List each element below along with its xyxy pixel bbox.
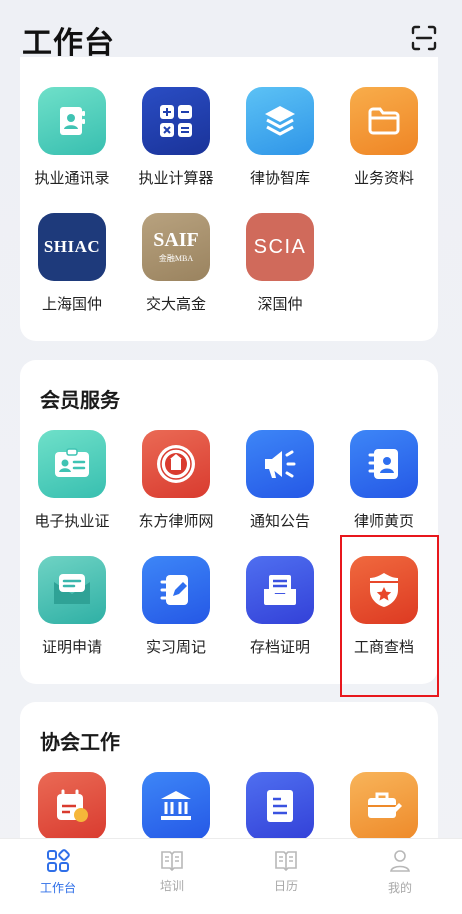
service-e-license[interactable]: 电子执业证 [20, 430, 124, 531]
user-icon [390, 850, 410, 872]
highlight-box [340, 535, 439, 697]
tools-card: 执业通讯录 执业计算器 律协智库 业务资料 SHIAC 上海国仲 SAIF 金融… [20, 57, 438, 341]
message-form-icon [38, 556, 106, 624]
emblem-icon [142, 430, 210, 498]
service-internship-journal[interactable]: 实习周记 [124, 556, 228, 657]
tab-bar: 工作台 培训 日历 我的 [0, 838, 462, 914]
tool-materials[interactable]: 业务资料 [332, 87, 436, 188]
saif-logo-sub: 金融MBA [158, 254, 194, 263]
tab-label: 我的 [387, 881, 412, 895]
tool-label: 交大高金 [145, 296, 206, 313]
tab-mine[interactable]: 我的 [360, 849, 440, 896]
tool-label: 执业计算器 [138, 170, 214, 187]
folder-icon [350, 87, 418, 155]
service-label: 电子执业证 [34, 513, 110, 530]
service-label: 实习周记 [145, 639, 206, 656]
tool-label: 上海国仲 [41, 296, 102, 313]
tool-calculator[interactable]: 执业计算器 [124, 87, 228, 188]
institution-icon [142, 772, 210, 840]
service-lawyer-site[interactable]: 东方律师网 [124, 430, 228, 531]
tab-label: 工作台 [39, 881, 76, 895]
tab-label: 培训 [159, 879, 184, 893]
tool-scia[interactable]: SCIA 深国仲 [228, 213, 332, 314]
notebook-pen-icon [142, 556, 210, 624]
contact-book-icon [38, 87, 106, 155]
saif-logo-text: SAIF [153, 229, 199, 251]
book-icon [161, 851, 183, 871]
document-icon [246, 772, 314, 840]
megaphone-icon [246, 430, 314, 498]
tool-label: 执业通讯录 [34, 170, 110, 187]
tab-training[interactable]: 培训 [132, 849, 212, 894]
scan-icon[interactable] [411, 25, 437, 51]
service-label: 律师黄页 [353, 513, 414, 530]
calculator-icon [142, 87, 210, 155]
service-notices[interactable]: 通知公告 [228, 430, 332, 531]
address-book-icon [350, 430, 418, 498]
work-item-briefcase[interactable] [332, 772, 436, 840]
tool-shiac[interactable]: SHIAC 上海国仲 [20, 213, 124, 314]
work-item-institution[interactable] [124, 772, 228, 840]
grid-icon [47, 849, 70, 872]
tool-label: 业务资料 [353, 170, 414, 187]
tab-workbench[interactable]: 工作台 [18, 849, 98, 896]
service-label: 存档证明 [249, 639, 310, 656]
work-item-document[interactable] [228, 772, 332, 840]
service-certificate-request[interactable]: 证明申请 [20, 556, 124, 657]
shiac-logo-icon: SHIAC [38, 213, 106, 281]
service-archive-certificate[interactable]: 存档证明 [228, 556, 332, 657]
service-label: 通知公告 [249, 513, 310, 530]
tool-saif[interactable]: SAIF 金融MBA 交大高金 [124, 213, 228, 314]
shiac-logo-text: SHIAC [43, 237, 101, 256]
id-card-icon [38, 430, 106, 498]
briefcase-edit-icon [350, 772, 418, 840]
work-item-calendar[interactable] [20, 772, 124, 840]
scia-logo-text: SCIA [253, 235, 307, 258]
page-title: 工作台 [22, 27, 115, 60]
tool-label: 律协智库 [249, 170, 310, 187]
archive-tray-icon [246, 556, 314, 624]
tab-calendar[interactable]: 日历 [246, 849, 326, 894]
layers-icon [246, 87, 314, 155]
service-label: 东方律师网 [138, 513, 214, 530]
tool-contacts[interactable]: 执业通讯录 [20, 87, 124, 188]
tool-label: 深国仲 [257, 296, 303, 313]
section-title: 协会工作 [40, 732, 120, 754]
service-yellow-pages[interactable]: 律师黄页 [332, 430, 436, 531]
saif-logo-icon: SAIF 金融MBA [142, 213, 210, 281]
section-title: 会员服务 [40, 390, 120, 412]
tool-thinktank[interactable]: 律协智库 [228, 87, 332, 188]
calendar-book-icon [275, 851, 297, 871]
calendar-clock-icon [38, 772, 106, 840]
scia-logo-icon: SCIA [246, 213, 314, 281]
tab-label: 日历 [273, 879, 298, 893]
service-label: 证明申请 [41, 639, 102, 656]
